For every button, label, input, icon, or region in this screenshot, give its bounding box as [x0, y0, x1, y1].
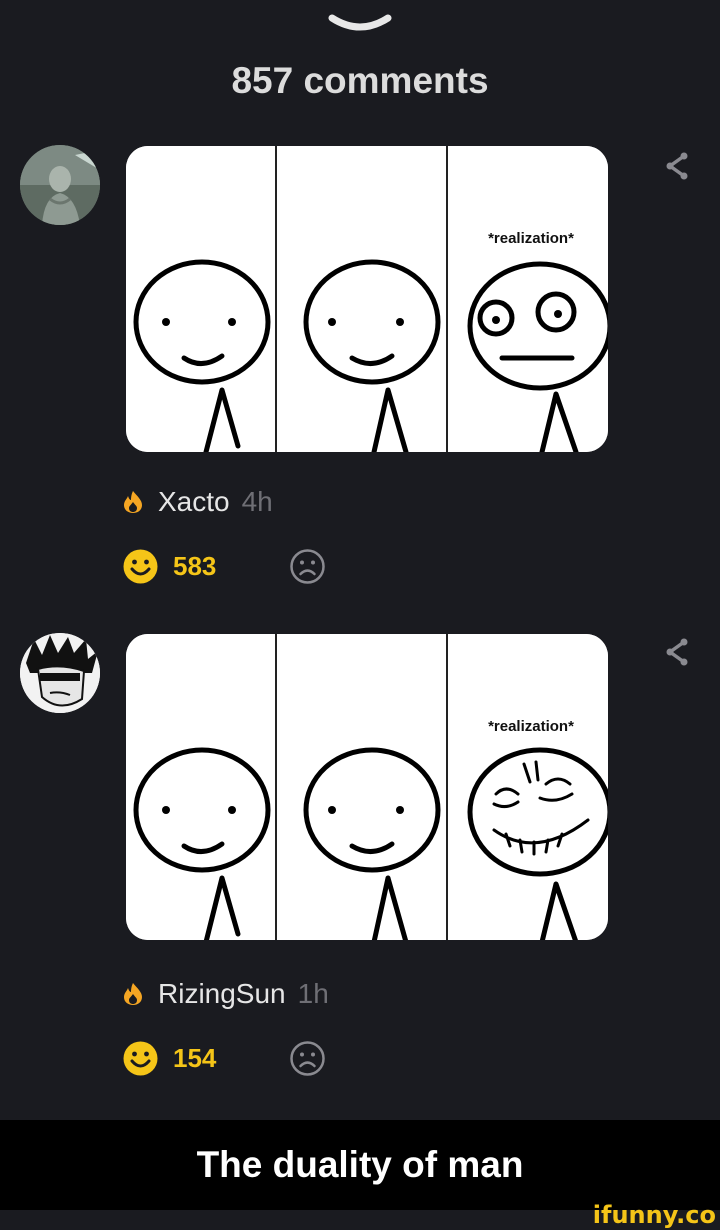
flame-icon — [122, 982, 144, 1006]
comic-caption: *realization* — [488, 230, 574, 247]
frown-downvote-icon[interactable] — [289, 1040, 326, 1077]
comment-meta: Xacto 4h — [122, 482, 273, 522]
ifunny-watermark: ifunny.co — [592, 1201, 716, 1229]
upvote-count: 583 — [173, 550, 217, 581]
timestamp: 4h — [241, 486, 273, 517]
comment-image[interactable]: *realization* — [126, 634, 608, 940]
collapse-handle[interactable] — [320, 10, 400, 40]
comments-count-title: 857 comments — [231, 60, 489, 101]
username[interactable]: RizingSun — [158, 978, 286, 1010]
statue-avatar-icon — [20, 145, 100, 225]
timestamp: 1h — [297, 978, 329, 1009]
realization-comic — [126, 146, 608, 452]
username[interactable]: Xacto — [158, 486, 230, 518]
comment-image[interactable]: *realization* — [126, 146, 608, 452]
avatar[interactable] — [20, 145, 100, 225]
smile-upvote-icon[interactable] — [122, 1040, 159, 1077]
comment-meta: RizingSun 1h — [122, 974, 329, 1014]
realization-troll-comic — [126, 634, 608, 940]
share-button[interactable] — [660, 148, 696, 184]
share-icon — [666, 152, 688, 180]
anime-avatar-icon — [20, 633, 100, 713]
chevron-down-icon — [328, 14, 392, 31]
flame-icon — [122, 490, 144, 514]
frown-downvote-icon[interactable] — [289, 548, 326, 585]
upvote-count: 154 — [173, 1042, 217, 1073]
smile-upvote-icon[interactable] — [122, 548, 159, 585]
meme-caption: The duality of man — [196, 1144, 524, 1185]
vote-bar: 154 — [122, 1038, 326, 1078]
comic-caption: *realization* — [488, 718, 574, 735]
vote-bar: 583 — [122, 546, 326, 586]
share-button[interactable] — [660, 634, 696, 670]
share-icon — [666, 638, 688, 666]
meme-caption-bar: The duality of man — [0, 1120, 720, 1210]
avatar[interactable] — [20, 633, 100, 713]
